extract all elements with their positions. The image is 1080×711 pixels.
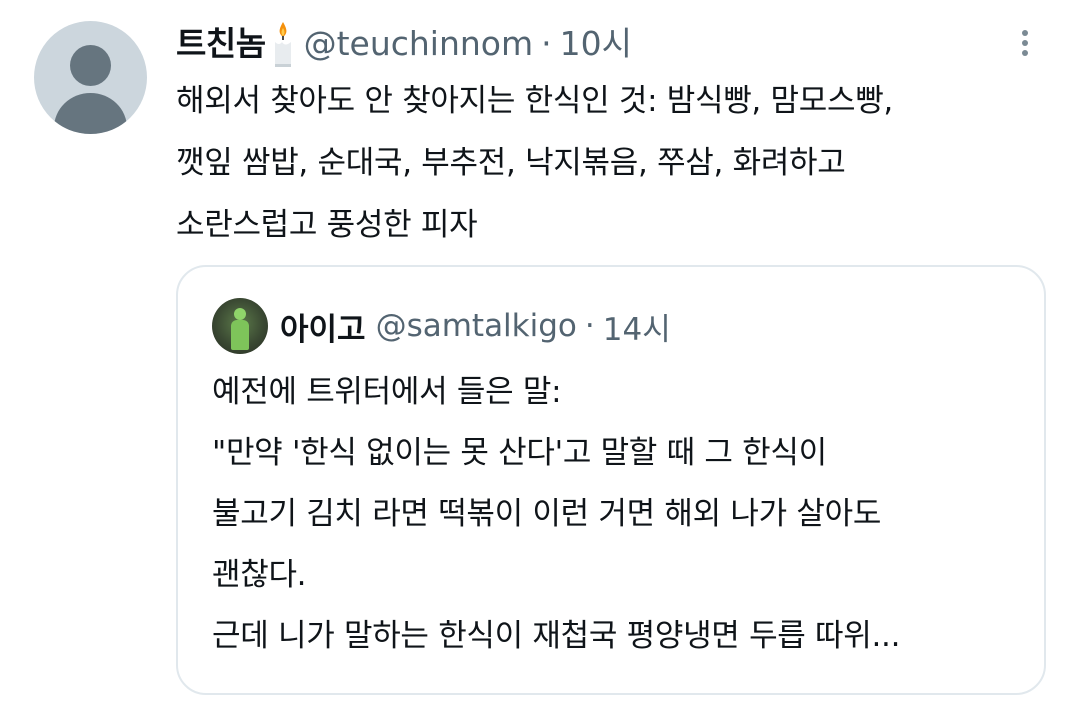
tweet-text-line: 깻잎 쌈밥, 순대국, 부추전, 낙지볶음, 쭈삼, 화려하고: [176, 145, 846, 181]
quoted-tweet-text: 예전에 트위터에서 들은 말: "만약 '한식 없이는 못 산다'고 말할 때 …: [212, 362, 1022, 667]
header-separator: ·: [541, 24, 552, 63]
more-vertical-icon[interactable]: [1010, 26, 1040, 66]
tweet-header: 트친놈 @teuchinnom · 10시: [176, 18, 632, 70]
quoted-header-separator: ·: [584, 308, 595, 344]
quoted-text-line: "만약 '한식 없이는 못 산다'고 말할 때 그 한식이: [212, 435, 827, 471]
tweet-timestamp[interactable]: 10시: [560, 18, 632, 70]
candle-icon: [274, 22, 291, 67]
quoted-tweet-timestamp: 14시: [602, 311, 671, 348]
author-handle[interactable]: @teuchinnom: [304, 18, 534, 70]
quoted-tweet-card[interactable]: 아이고 @samtalkigo · 14시 예전에 트위터에서 들은 말: "만…: [176, 265, 1046, 695]
quoted-text-line: 괜찮다.: [212, 557, 307, 593]
quoted-author-handle: @samtalkigo: [375, 308, 577, 344]
tweet-text: 해외서 찾아도 안 찾아지는 한식인 것: 밤식빵, 맘모스빵, 깻잎 쌈밥, …: [176, 70, 1036, 256]
quoted-text-line: 근데 니가 말하는 한식이 재첩국 평양냉면 두릅 따위...: [212, 618, 901, 654]
quoted-text-line: 불고기 김치 라면 떡볶이 이런 거면 해외 나가 살아도: [212, 496, 882, 532]
tweet: 트친놈 @teuchinnom · 10시 해외서 찾아도 안 찾아지는 한식인…: [0, 0, 1080, 711]
tweet-text-line: 소란스럽고 풍성한 피자: [176, 207, 478, 243]
quoted-author-avatar: [212, 298, 268, 354]
quoted-tweet-header: 아이고 @samtalkigo · 14시: [212, 297, 671, 355]
author-avatar[interactable]: [34, 21, 147, 134]
tweet-text-line: 해외서 찾아도 안 찾아지는 한식인 것: 밤식빵, 맘모스빵,: [176, 83, 893, 119]
quoted-text-line: 예전에 트위터에서 들은 말:: [212, 374, 562, 410]
quoted-author-display-name: 아이고: [280, 311, 366, 348]
default-avatar-icon: [70, 45, 111, 86]
author-display-name[interactable]: 트친놈: [176, 18, 266, 70]
